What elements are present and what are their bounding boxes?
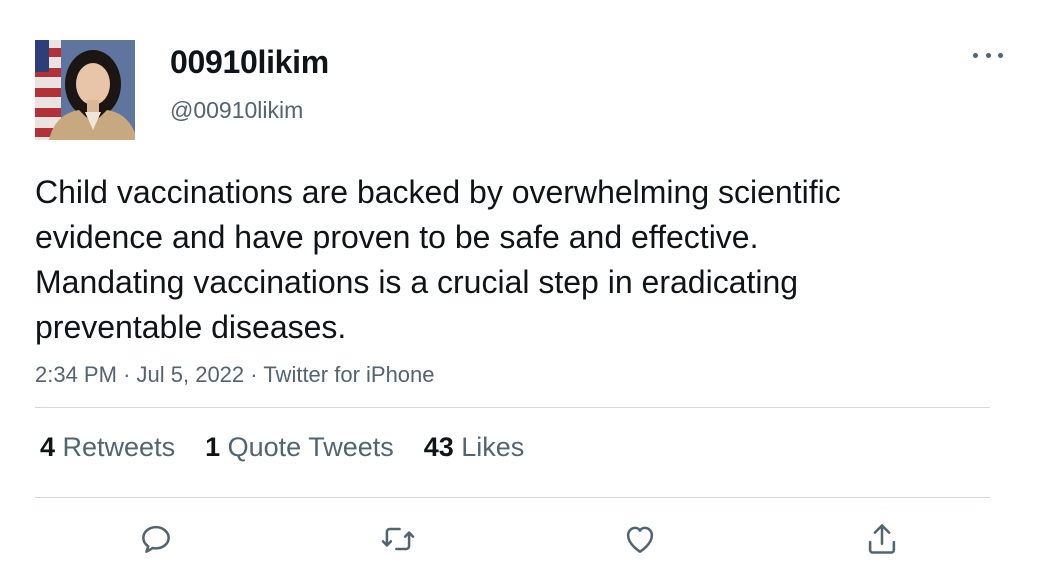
- dot: [973, 52, 978, 58]
- quote-tweets-count: 1: [205, 432, 228, 462]
- quote-tweets-stat[interactable]: 1 Quote Tweets: [205, 432, 394, 463]
- user-handle[interactable]: @00910likim: [170, 97, 303, 124]
- profile-photo: [35, 40, 135, 140]
- reply-icon: [142, 525, 170, 553]
- dot: [998, 52, 1003, 58]
- tweet-card: 00910likim @00910likim Child vaccination…: [0, 0, 1050, 570]
- display-name[interactable]: 00910likim: [170, 44, 329, 81]
- tweet-stats: 4 Retweets 1 Quote Tweets 43 Likes: [40, 432, 554, 463]
- tweet-date[interactable]: Jul 5, 2022: [137, 362, 245, 387]
- tweet-text: Child vaccinations are backed by overwhe…: [35, 174, 841, 345]
- like-button[interactable]: [619, 518, 661, 560]
- divider: [35, 407, 990, 408]
- share-button[interactable]: [861, 518, 903, 560]
- likes-stat[interactable]: 43 Likes: [424, 432, 525, 463]
- tweet-client[interactable]: Twitter for iPhone: [263, 362, 434, 387]
- meta-separator: ·: [250, 362, 264, 387]
- tweet-metadata: 2:34 PM · Jul 5, 2022 · Twitter for iPho…: [35, 362, 435, 388]
- dot: [985, 52, 991, 58]
- likes-label: Likes: [461, 432, 525, 462]
- retweets-count: 4: [40, 432, 63, 462]
- share-icon: [868, 524, 896, 554]
- tweet-time[interactable]: 2:34 PM: [35, 362, 117, 387]
- retweets-label: Retweets: [62, 432, 176, 462]
- retweets-stat[interactable]: 4 Retweets: [40, 432, 175, 463]
- retweet-icon: [381, 527, 415, 551]
- meta-separator: ·: [123, 362, 137, 387]
- reply-button[interactable]: [135, 518, 177, 560]
- divider: [35, 497, 990, 498]
- avatar[interactable]: [35, 40, 135, 140]
- heart-icon: [626, 526, 654, 553]
- more-dots-icon[interactable]: [973, 45, 1003, 65]
- quote-tweets-label: Quote Tweets: [227, 432, 394, 462]
- likes-count: 43: [423, 432, 462, 462]
- retweet-button[interactable]: [377, 518, 419, 560]
